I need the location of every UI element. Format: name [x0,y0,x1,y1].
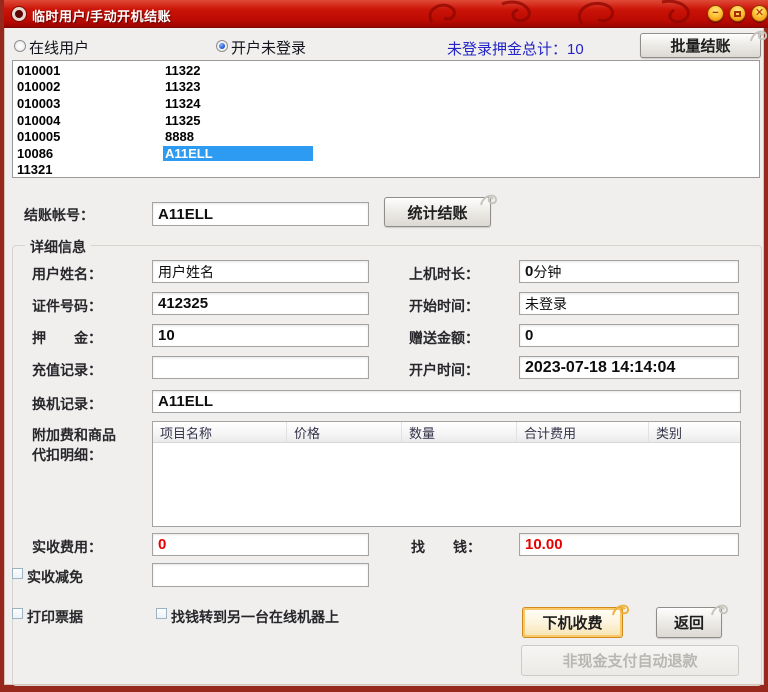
radio-online-users[interactable] [14,40,26,52]
list-item[interactable]: 01000111322 [13,62,759,79]
list-item-selected[interactable]: 10086A11ELL [13,145,759,162]
checkout-account-label: 结账帐号： [24,205,94,225]
app-window: 临时用户/手动开机结账 − ✕ 在线用户 开户未登录 未登录押金总计：10 批量… [0,0,768,692]
transfer-change-label[interactable]: 找钱转到另一台在线机器上 [171,607,339,627]
list-item[interactable]: 01000311324 [13,95,759,112]
window-title: 临时用户/手动开机结账 [32,6,171,25]
maximize-button[interactable] [729,5,746,22]
transfer-change-checkbox[interactable] [156,608,167,619]
maximize-icon [734,11,741,17]
back-button[interactable]: 返回 [656,607,722,638]
pay-checkout-button[interactable]: 下机收费 [522,607,623,638]
column-header: 合计费用 [517,422,649,442]
decor-swirl-icon [479,191,499,207]
username-label: 用户姓名： [32,264,102,284]
close-icon: ✕ [755,8,764,19]
surcharge-label-line1: 附加费和商品 [32,425,116,445]
list-item[interactable]: 01000411325 [13,112,759,129]
list-item[interactable]: 0100058888 [13,128,759,145]
user-list[interactable]: 01000111322 01000211323 01000311324 0100… [12,60,760,178]
duration-input[interactable]: 0分钟 [519,260,739,283]
recharge-record-label: 充值记录： [32,360,102,380]
deposit-total-text: 未登录押金总计：10 [447,38,584,59]
switch-record-input[interactable]: A11ELL [152,390,741,413]
gift-amount-input[interactable]: 0 [519,324,739,347]
change-label: 找 钱： [411,537,481,557]
change-input[interactable]: 10.00 [519,533,739,556]
duration-label: 上机时长： [409,264,479,284]
details-group-title: 详细信息 [25,237,91,257]
column-header: 价格 [287,422,402,442]
deposit-input[interactable]: 10 [152,324,369,347]
print-ticket-label[interactable]: 打印票据 [27,607,83,627]
discount-checkbox[interactable] [12,568,23,579]
titlebar-swirl-decor [412,0,712,28]
decor-swirl-icon [749,27,768,43]
discount-checkbox-label[interactable]: 实收减免 [27,567,83,587]
username-input[interactable]: 用户姓名 [152,260,369,283]
id-number-input[interactable]: 412325 [152,292,369,315]
auto-refund-button[interactable]: 非现金支付自动退款 [521,645,739,676]
open-time-input[interactable]: 2023-07-18 14:14:04 [519,356,739,379]
checkout-account-input[interactable]: A11ELL [152,202,369,226]
minimize-icon: − [712,8,718,19]
start-time-input[interactable]: 未登录 [519,292,739,315]
radio-pending-login-label[interactable]: 开户未登录 [231,37,306,58]
batch-checkout-button[interactable]: 批量结账 [640,33,761,58]
app-icon [12,7,26,21]
surcharge-table[interactable]: 项目名称 价格 数量 合计费用 类别 [152,421,741,527]
surcharge-table-header: 项目名称 价格 数量 合计费用 类别 [153,422,740,443]
received-fee-label: 实收费用： [32,537,102,557]
title-bar: 临时用户/手动开机结账 − ✕ [4,0,768,28]
discount-input[interactable] [152,563,369,587]
id-number-label: 证件号码： [32,296,102,316]
print-ticket-checkbox[interactable] [12,608,23,619]
surcharge-label-line2: 代扣明细： [32,445,102,465]
close-button[interactable]: ✕ [751,5,768,22]
start-time-label: 开始时间： [409,296,479,316]
column-header: 项目名称 [153,422,287,442]
stats-checkout-button[interactable]: 统计结账 [384,197,491,227]
switch-record-label: 换机记录： [32,394,102,414]
recharge-record-input[interactable] [152,356,369,379]
column-header: 类别 [649,422,740,442]
radio-pending-login[interactable] [216,40,228,52]
list-item[interactable]: 11321 [13,162,759,178]
list-item[interactable]: 01000211323 [13,79,759,96]
open-time-label: 开户时间： [409,360,479,380]
deposit-label: 押 金： [32,328,102,348]
gift-amount-label: 赠送金额： [409,328,479,348]
minimize-button[interactable]: − [707,5,724,22]
received-fee-input[interactable]: 0 [152,533,369,556]
radio-online-users-label[interactable]: 在线用户 [29,37,89,58]
column-header: 数量 [402,422,517,442]
